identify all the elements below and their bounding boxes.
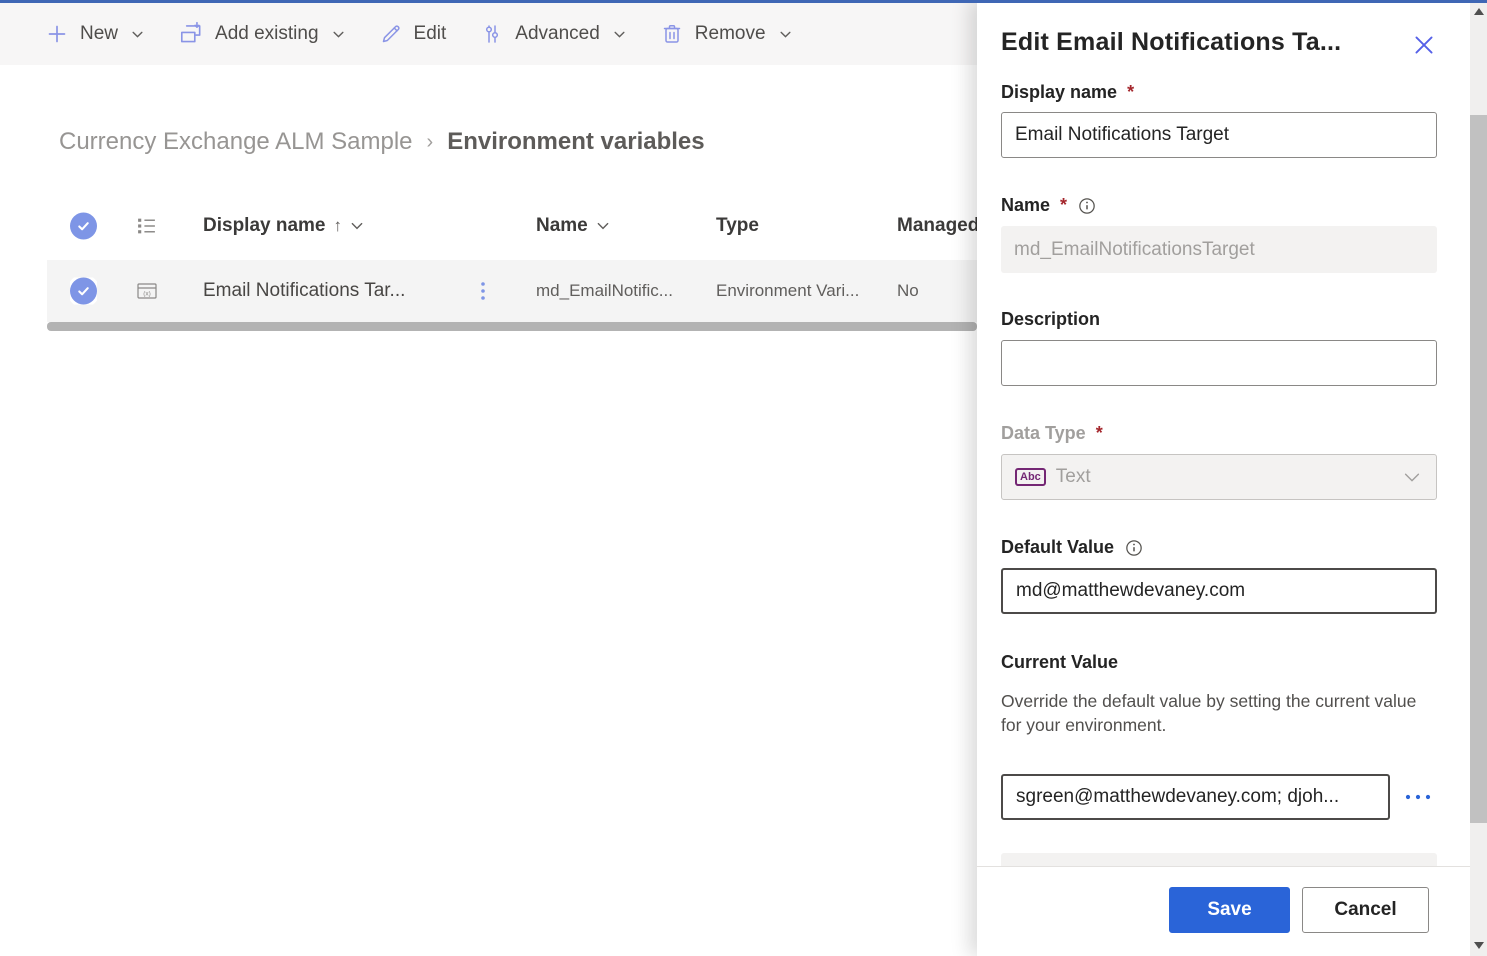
sort-ascending-icon: ↑ bbox=[334, 216, 343, 236]
close-icon[interactable] bbox=[1411, 32, 1437, 58]
checkmark-circle-icon[interactable] bbox=[70, 278, 97, 305]
panel-body: Edit Email Notifications Ta... Display n… bbox=[977, 0, 1470, 866]
breadcrumb: Currency Exchange ALM Sample › Environme… bbox=[59, 128, 705, 156]
breadcrumb-separator-icon: › bbox=[427, 131, 434, 154]
scroll-down-icon[interactable] bbox=[1470, 937, 1487, 954]
row-name: md_EmailNotific... bbox=[536, 281, 696, 301]
remove-button[interactable]: Remove bbox=[660, 22, 792, 46]
save-button[interactable]: Save bbox=[1169, 887, 1290, 933]
text-data-type-icon: Abc bbox=[1015, 468, 1046, 486]
scroll-up-icon[interactable] bbox=[1470, 3, 1487, 20]
description-label: Description bbox=[1001, 309, 1437, 330]
row-more-commands-icon[interactable] bbox=[476, 278, 490, 304]
display-name-label: Display name* bbox=[1001, 82, 1437, 103]
new-label: New bbox=[80, 23, 118, 45]
trash-icon bbox=[660, 22, 684, 46]
checkmark-circle-icon[interactable] bbox=[70, 213, 97, 240]
page-title: Environment variables bbox=[447, 128, 704, 156]
advanced-button[interactable]: Advanced bbox=[480, 22, 626, 46]
row-type: Environment Vari... bbox=[716, 281, 891, 301]
name-label: Name* bbox=[1001, 195, 1437, 216]
pencil-icon bbox=[379, 22, 403, 46]
top-accent-bar bbox=[0, 0, 1487, 3]
description-input[interactable] bbox=[1001, 340, 1437, 386]
column-header-name[interactable]: Name bbox=[536, 215, 696, 237]
add-existing-icon bbox=[178, 21, 204, 47]
chevron-down-icon[interactable] bbox=[779, 28, 792, 41]
chevron-down-icon[interactable] bbox=[332, 28, 345, 41]
current-value-input[interactable] bbox=[1001, 774, 1390, 820]
add-existing-button[interactable]: Add existing bbox=[178, 21, 345, 47]
default-value-label: Default Value bbox=[1001, 537, 1437, 558]
environment-variable-icon: (x) bbox=[136, 281, 158, 301]
data-type-dropdown-disabled: Abc Text bbox=[1001, 454, 1437, 500]
more-options-ellipsis-icon[interactable] bbox=[1403, 791, 1433, 803]
row-type-column-icon bbox=[136, 216, 157, 237]
edit-button[interactable]: Edit bbox=[379, 22, 447, 46]
remove-label: Remove bbox=[695, 23, 766, 45]
new-button[interactable]: New bbox=[45, 22, 144, 46]
partially-hidden-field bbox=[1001, 853, 1437, 866]
options-icon bbox=[480, 22, 504, 46]
advanced-label: Advanced bbox=[515, 23, 600, 45]
chevron-down-icon[interactable] bbox=[596, 219, 610, 233]
chevron-down-icon[interactable] bbox=[613, 28, 626, 41]
breadcrumb-solution-link[interactable]: Currency Exchange ALM Sample bbox=[59, 128, 413, 156]
column-header-display-name[interactable]: Display name ↑ bbox=[203, 215, 469, 237]
data-type-label: Data Type* bbox=[1001, 423, 1437, 444]
svg-text:(x): (x) bbox=[143, 291, 151, 298]
data-type-value: Text bbox=[1056, 466, 1391, 488]
plus-icon bbox=[45, 22, 69, 46]
chevron-down-icon bbox=[1401, 466, 1423, 488]
vertical-scrollbar-thumb[interactable] bbox=[1470, 115, 1487, 823]
name-field-disabled: md_EmailNotificationsTarget bbox=[1001, 226, 1437, 273]
chevron-down-icon[interactable] bbox=[350, 219, 364, 233]
grid-header-row: Display name ↑ Name Type Managed bbox=[47, 196, 977, 256]
row-display-name[interactable]: Email Notifications Tar... bbox=[203, 280, 469, 302]
table-row[interactable]: (x) Email Notifications Tar... md_EmailN… bbox=[47, 260, 977, 322]
info-icon[interactable] bbox=[1124, 538, 1144, 558]
vertical-scrollbar[interactable] bbox=[1470, 0, 1487, 956]
edit-environment-variable-panel: Edit Email Notifications Ta... Display n… bbox=[977, 0, 1470, 956]
horizontal-scrollbar[interactable] bbox=[47, 322, 977, 331]
add-existing-label: Add existing bbox=[215, 23, 319, 45]
panel-title: Edit Email Notifications Ta... bbox=[1001, 28, 1341, 57]
default-value-input[interactable] bbox=[1001, 568, 1437, 614]
display-name-input[interactable] bbox=[1001, 112, 1437, 158]
chevron-down-icon[interactable] bbox=[131, 28, 144, 41]
current-value-label: Current Value bbox=[1001, 652, 1437, 673]
cancel-button[interactable]: Cancel bbox=[1302, 887, 1429, 933]
column-header-type[interactable]: Type bbox=[716, 215, 891, 237]
info-icon[interactable] bbox=[1077, 196, 1097, 216]
panel-footer: Save Cancel bbox=[977, 866, 1470, 956]
edit-label: Edit bbox=[414, 23, 447, 45]
current-value-help-text: Override the default value by setting th… bbox=[1001, 689, 1437, 737]
row-checkbox[interactable] bbox=[70, 278, 97, 305]
app-window: New Add existing Edit bbox=[0, 0, 1487, 956]
select-all-checkbox[interactable] bbox=[70, 213, 97, 240]
